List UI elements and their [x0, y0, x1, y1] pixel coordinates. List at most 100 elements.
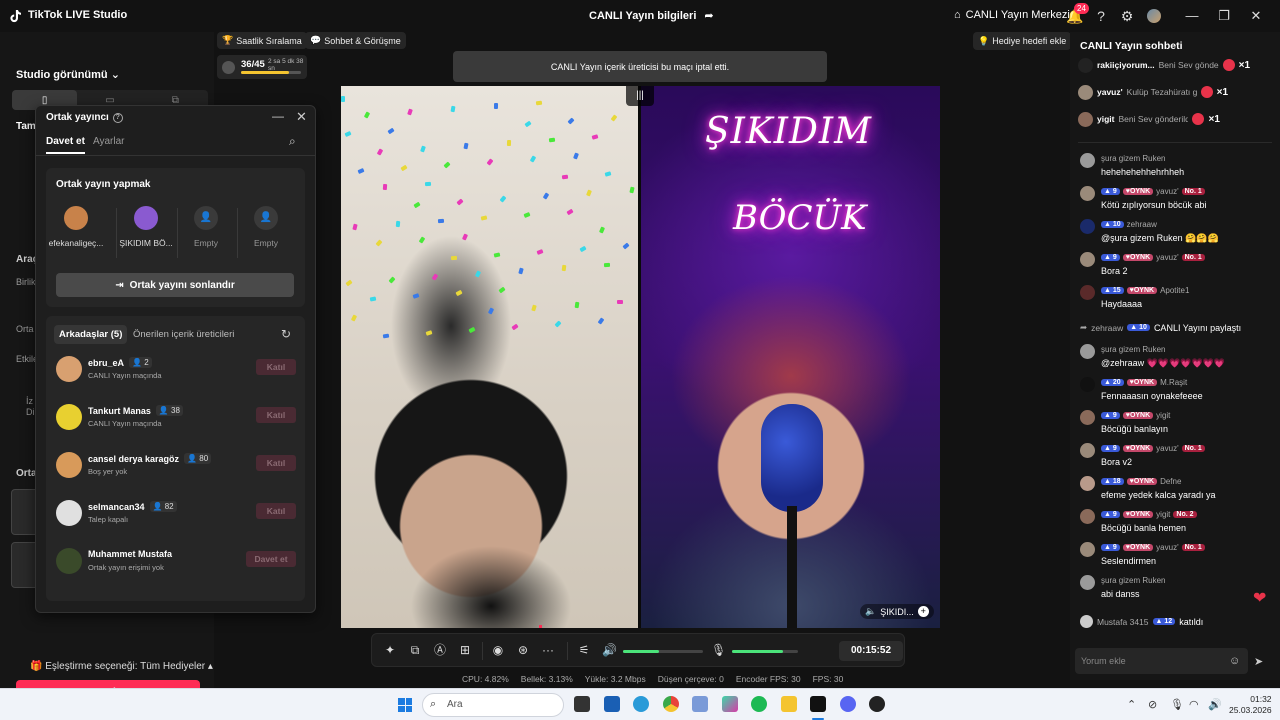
settings-app-icon[interactable] — [692, 696, 708, 712]
message-text: abi danss — [1101, 589, 1140, 599]
file-explorer-icon[interactable] — [781, 696, 797, 712]
studio-view-label: Studio görünümü — [16, 69, 108, 81]
tab-settings[interactable]: Ayarlar — [93, 136, 125, 147]
heart-icon[interactable]: ❤ — [1253, 588, 1266, 608]
disco-light-spot — [616, 299, 624, 305]
ai-icon[interactable]: Ⓐ — [433, 643, 447, 657]
chrome-icon[interactable] — [663, 696, 679, 712]
system-clock[interactable]: 01:32 25.03.2026 — [1229, 694, 1272, 716]
refresh-icon[interactable]: ↻ — [281, 327, 291, 341]
emoji-icon[interactable]: ☺ — [1229, 655, 1240, 667]
chevron-up-icon[interactable]: ⌃ — [1127, 698, 1136, 711]
disco-light-spot — [579, 245, 587, 253]
comment-input[interactable]: Yorum ekle — [1075, 648, 1248, 674]
close-icon[interactable]: ✕ — [296, 109, 307, 125]
help-icon[interactable]: ? — [112, 112, 123, 123]
disco-light-spot — [511, 323, 519, 331]
tab-friends[interactable]: Arkadaşlar (5) — [54, 325, 128, 344]
more-options-icon[interactable]: ··· — [541, 643, 555, 657]
cohost-slots-box: Ortak yayın yapmak efekanaligeç... ŞIKID… — [46, 168, 305, 307]
cohost-slot[interactable]: 👤 Empty — [237, 206, 295, 262]
speaker-icon[interactable]: 🔊 — [602, 643, 617, 657]
tab-suggested[interactable]: Önerilen içerik üreticileri — [128, 325, 239, 344]
sliders-icon[interactable]: ⚟ — [577, 643, 591, 657]
caption-icon[interactable]: ⊞ — [458, 643, 472, 657]
join-button[interactable]: Katıl — [256, 407, 296, 423]
cohost-slot[interactable]: 👤 Empty — [177, 206, 235, 262]
chat-meeting-tag[interactable]: 💬 Sohbet & Görüşme — [305, 32, 406, 49]
rank-box[interactable]: 36/45 2 sa 5 dk 38 sn — [217, 55, 307, 79]
copilot-icon[interactable] — [722, 696, 738, 712]
cohost-slot[interactable]: ŞIKIDIM BÖ... — [117, 206, 175, 262]
cohost-label[interactable]: 🔈 ŞIKIDI... + — [860, 604, 934, 619]
friend-name: selmancan34 👤 82 — [88, 501, 177, 512]
minimize-icon[interactable]: — — [1182, 6, 1202, 26]
microphone-icon[interactable]: 🎙 — [711, 643, 726, 657]
share-notification: ➦ zehraaw ▲ 10 CANLI Yayını paylaştı — [1080, 322, 1241, 333]
split-handle-icon[interactable]: ||| — [626, 86, 654, 106]
task-view-icon[interactable] — [574, 696, 590, 712]
chat-icon: 💬 — [310, 35, 322, 45]
close-icon[interactable]: ✕ — [1246, 6, 1266, 26]
edge-icon[interactable] — [633, 696, 649, 712]
windows-start-icon[interactable] — [398, 698, 412, 712]
profile-avatar[interactable] — [1147, 9, 1161, 23]
help-icon[interactable]: ? — [1093, 8, 1109, 24]
join-button[interactable]: Katıl — [256, 455, 296, 471]
gear-icon[interactable]: ⚙ — [1119, 8, 1135, 24]
disco-light-spot — [382, 333, 390, 339]
minimize-icon[interactable]: — — [272, 109, 284, 123]
level-value: 9 — [1112, 254, 1117, 261]
discord-icon[interactable] — [840, 696, 856, 712]
hourly-ranking-tag[interactable]: 🏆 Saatlik Sıralama — [217, 32, 307, 49]
slot-name: Empty — [253, 238, 279, 248]
avatar — [1080, 285, 1095, 300]
spotify-icon[interactable] — [751, 696, 767, 712]
clock-time: 01:32 — [1250, 694, 1272, 704]
maximize-icon[interactable]: ❐ — [1214, 6, 1234, 26]
friend-row: Tankurt Manas 👤 38 CANLI Yayın maçında Katı… — [56, 400, 296, 436]
share-icon: ➦ — [704, 10, 714, 22]
taskbar-search[interactable]: Ara — [422, 693, 564, 717]
studio-view-dropdown[interactable]: Studio görünümü ⌄ — [16, 68, 120, 81]
target-icon[interactable]: ⊛ — [516, 643, 530, 657]
live-center-button[interactable]: ⌂ CANLI Yayın Merkezi — [954, 9, 1070, 21]
wifi-icon[interactable]: ◠ — [1189, 698, 1199, 711]
tiktok-logo-icon — [10, 10, 21, 23]
tiktok-app-icon[interactable] — [810, 696, 826, 712]
magic-wand-icon[interactable]: ✦ — [383, 643, 397, 657]
search-icon[interactable]: ⌕ — [289, 134, 296, 149]
bulb-icon: 💡 — [978, 35, 990, 46]
avatar — [1080, 344, 1095, 359]
level-badge: ▲ 9 — [1101, 445, 1120, 452]
level-badge: ▲ 9 — [1101, 254, 1120, 261]
gift-icon — [1222, 59, 1235, 71]
speaker-volume-slider[interactable] — [623, 650, 703, 653]
volume-tray-icon[interactable]: 🔊 — [1208, 698, 1222, 711]
screen-share-icon[interactable]: ⧉ — [408, 643, 422, 657]
cohost-slot[interactable]: efekanaligeç... — [47, 206, 105, 262]
outlook-icon[interactable] — [604, 696, 620, 712]
send-icon[interactable]: ➤ — [1254, 655, 1263, 668]
end-cohost-button[interactable]: ⇥ Ortak yayını sonlandır — [56, 273, 294, 297]
team-value: OYNK — [1129, 412, 1151, 419]
live-info-button[interactable]: CANLI Yayın bilgileri ➦ — [589, 9, 714, 23]
record-icon[interactable]: ◉ — [491, 643, 505, 657]
friend-row: selmancan34 👤 82 Talep kapalı Katıl — [56, 496, 296, 532]
team-badge: ♥OYNK — [1126, 379, 1158, 386]
join-button[interactable]: Katıl — [256, 359, 296, 375]
gift-goal-button[interactable]: 💡 Hediye hedefi ekle — [973, 32, 1072, 50]
friend-name: ebru_eA 👤 2 — [88, 357, 152, 368]
mic-volume-slider[interactable] — [732, 650, 798, 653]
obs-icon[interactable] — [869, 696, 885, 712]
tab-invite[interactable]: Davet et — [46, 136, 85, 154]
match-option-dropdown[interactable]: 🎁 Eşleştirme seçeneği: Tüm Hediyeler ▴ — [30, 661, 213, 672]
friend-name-text: selmancan34 — [88, 501, 145, 512]
message-text: Haydaaaa — [1101, 299, 1143, 309]
control-bar: ✦ ⧉ Ⓐ ⊞ ◉ ⊛ ··· ⚟ 🔊 🎙 00:15:52 — [371, 633, 905, 667]
app-title: TikTok LIVE Studio — [28, 9, 128, 21]
join-button[interactable]: Davet et — [246, 551, 296, 567]
network-off-icon[interactable]: ⊘ — [1148, 698, 1157, 711]
microphone-tray-icon[interactable]: 🎙 — [1170, 698, 1184, 711]
join-button[interactable]: Katıl — [256, 503, 296, 519]
